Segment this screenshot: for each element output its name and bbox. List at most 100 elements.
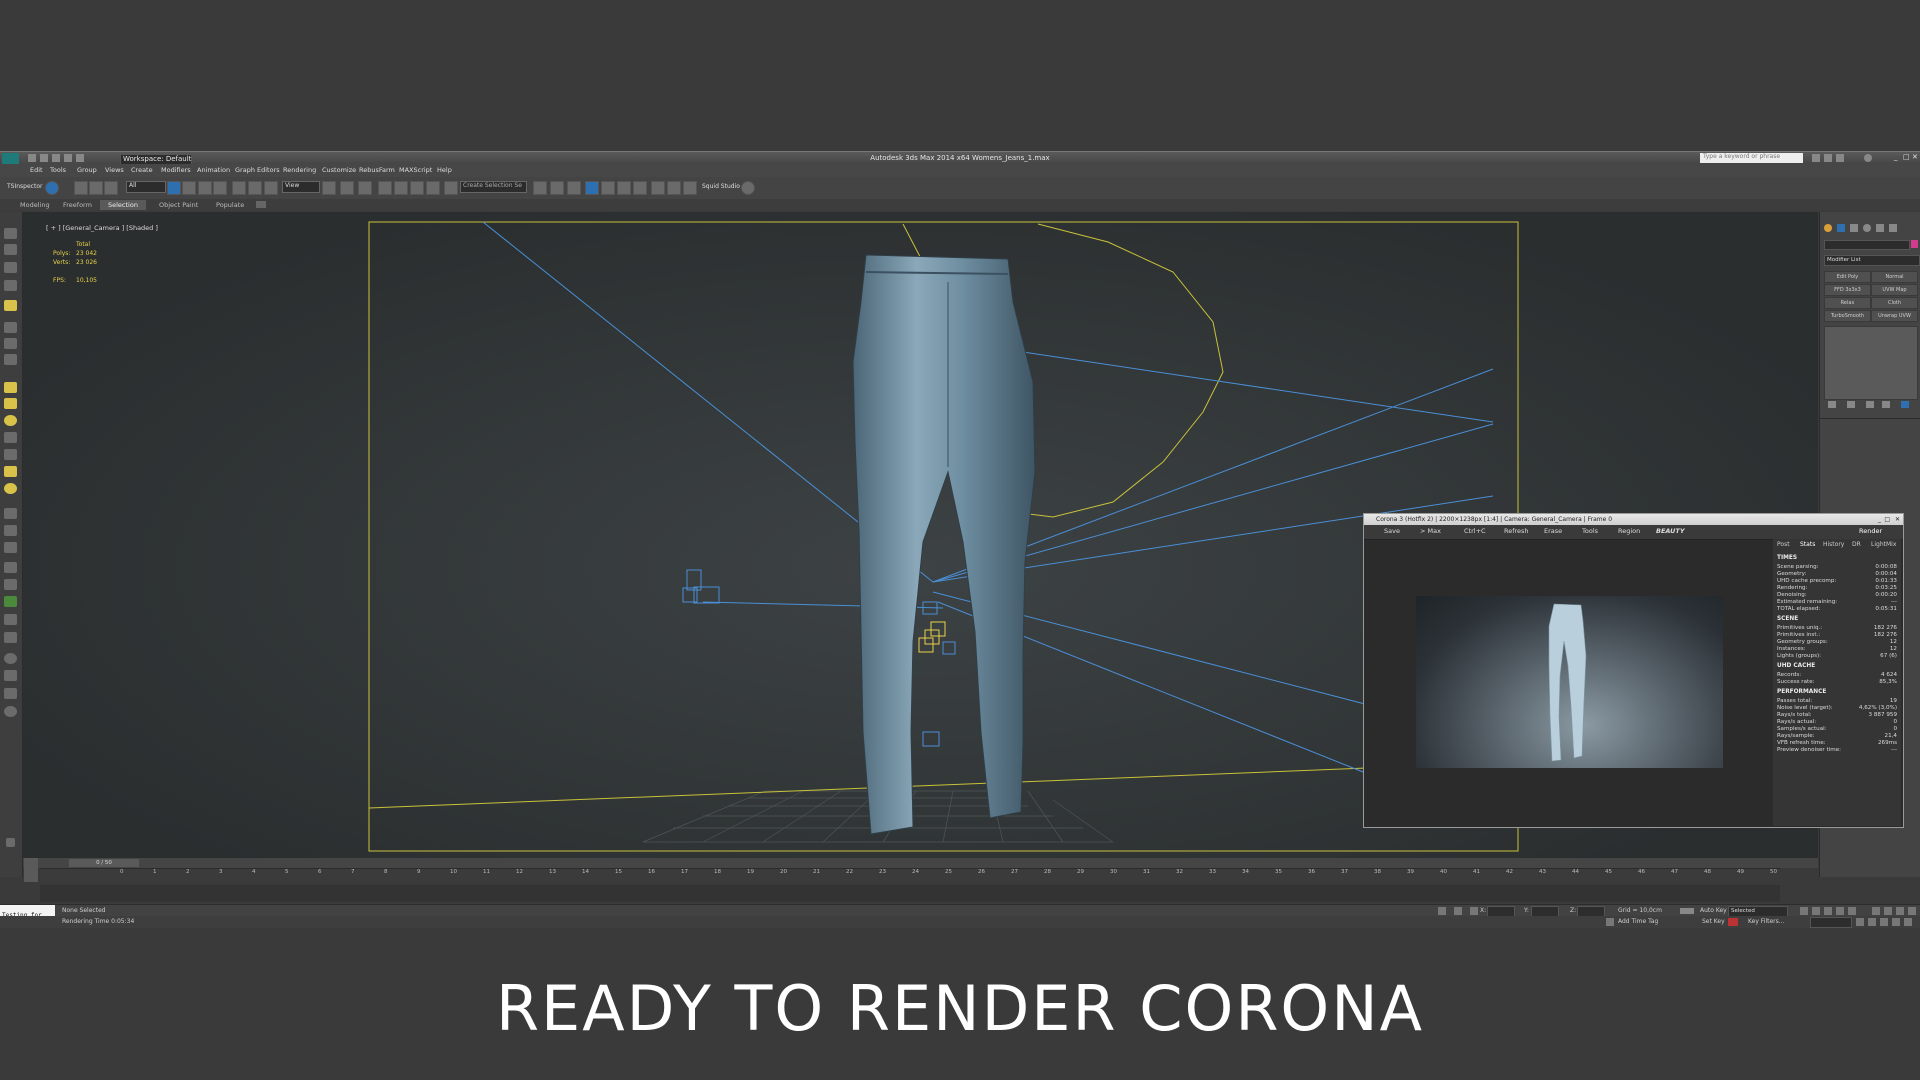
globe-icon[interactable] [4, 579, 17, 590]
menu-maxscript[interactable]: MAXScript [399, 166, 432, 174]
modifier-relax-button[interactable]: Relax [1824, 297, 1871, 309]
modifier-unwrap-uvw-button[interactable]: Unwrap UVW [1871, 310, 1918, 322]
move-icon[interactable] [232, 181, 246, 195]
modifier-edit-poly-button[interactable]: Edit Poly [1824, 271, 1871, 283]
corona-minimize-icon[interactable]: _ [1878, 514, 1881, 525]
display-icon[interactable] [4, 300, 17, 311]
cone-icon[interactable] [4, 432, 17, 443]
sphere-icon[interactable] [4, 415, 17, 426]
render-setup-icon[interactable] [651, 181, 665, 195]
object-color-swatch[interactable] [1911, 240, 1918, 248]
viewport-label[interactable]: [ + ] [General_Camera ] [Shaded ] [46, 224, 158, 232]
helper-icon[interactable] [4, 508, 17, 519]
tsinspector-label[interactable]: TSInspector [7, 183, 42, 190]
edit-named-selection-icon[interactable] [444, 181, 458, 195]
zoom-all-icon[interactable] [1884, 907, 1892, 915]
modifier-stack-list[interactable] [1824, 326, 1918, 400]
tab-object-paint[interactable]: Object Paint [151, 200, 206, 210]
help-icon[interactable] [1864, 154, 1872, 162]
mini-curve-editor-icon[interactable] [24, 858, 38, 882]
binoculars-icon[interactable] [1812, 154, 1820, 162]
layer-manager-icon[interactable] [567, 181, 581, 195]
menu-modifiers[interactable]: Modifiers [161, 166, 191, 174]
expand-icon[interactable] [6, 838, 15, 847]
show-end-result-icon[interactable] [1847, 401, 1855, 408]
isolate-selection-icon[interactable] [1438, 907, 1446, 915]
crowd-icon[interactable] [4, 632, 17, 643]
tab-stats[interactable]: Stats [1800, 541, 1815, 548]
menu-views[interactable]: Views [105, 166, 124, 174]
next-frame-icon[interactable] [1836, 907, 1844, 915]
previous-frame-icon[interactable] [1812, 907, 1820, 915]
corona-to-max-button[interactable]: > Max [1420, 527, 1441, 535]
omni-light-icon[interactable] [4, 483, 17, 494]
key-filters-button[interactable]: Key Filters... [1748, 918, 1785, 925]
menu-customize[interactable]: Customize [322, 166, 356, 174]
set-key-icon[interactable] [1728, 918, 1738, 926]
menu-graph-editors[interactable]: Graph Editors [235, 166, 280, 174]
select-link-icon[interactable] [74, 181, 88, 195]
spinner-snap-icon[interactable] [426, 181, 440, 195]
time-slider[interactable]: 0 / 50 [23, 858, 1818, 868]
create-icon[interactable] [4, 228, 17, 239]
sphere-tool-icon[interactable] [4, 338, 17, 349]
select-by-name-icon[interactable] [182, 181, 196, 195]
modifier-cloth-button[interactable]: Cloth [1871, 297, 1918, 309]
tab-selection[interactable]: Selection [100, 200, 146, 210]
current-frame-field[interactable] [1810, 917, 1852, 928]
menu-tools[interactable]: Tools [50, 166, 66, 174]
graphite-toggle-icon[interactable] [585, 181, 599, 195]
zoom-extents-icon[interactable] [1896, 907, 1904, 915]
add-time-tag-button[interactable]: Add Time Tag [1618, 918, 1658, 925]
rendered-frame-window-icon[interactable] [667, 181, 681, 195]
close-icon[interactable]: ✕ [1912, 153, 1918, 161]
plugin-icon[interactable] [741, 181, 755, 195]
trackbar-keys-area[interactable] [40, 885, 1780, 902]
search-input[interactable]: Type a keyword or phrase [1700, 153, 1803, 163]
motion-icon[interactable] [4, 280, 17, 291]
field-of-view-icon[interactable] [1880, 918, 1888, 926]
corona-region-button[interactable]: Region [1618, 527, 1640, 535]
menu-rebusfarm[interactable]: RebusFarm [359, 166, 395, 174]
go-to-start-icon[interactable] [1800, 907, 1808, 915]
systems-icon[interactable] [4, 542, 17, 553]
info-icon[interactable] [4, 706, 17, 717]
spacewarp-icon[interactable] [4, 525, 17, 536]
biped-icon[interactable] [4, 562, 17, 573]
configure-modifier-sets-icon[interactable] [1901, 401, 1909, 408]
utilities-tab-icon[interactable] [1889, 224, 1897, 232]
render-production-icon[interactable] [683, 181, 697, 195]
object-name-field[interactable] [1824, 240, 1910, 250]
hierarchy-tab-icon[interactable] [1850, 224, 1858, 232]
corona-copy-button[interactable]: Ctrl+C [1464, 527, 1486, 535]
rectangular-selection-icon[interactable] [198, 181, 212, 195]
character-icon[interactable] [4, 614, 17, 625]
grid-icon[interactable] [4, 670, 17, 681]
pan-icon[interactable] [1868, 918, 1876, 926]
orbit-icon[interactable] [1892, 918, 1900, 926]
pin-stack-icon[interactable] [1828, 401, 1836, 408]
align-icon[interactable] [550, 181, 564, 195]
display-tab-icon[interactable] [1876, 224, 1884, 232]
minimize-icon[interactable]: _ [1894, 153, 1898, 161]
named-selection-dropdown[interactable]: Create Selection Se [460, 181, 527, 193]
corona-frame-buffer[interactable]: Corona 3 (Hotfix 2) | 2200×1238px [1:4] … [1363, 513, 1904, 828]
corona-erase-button[interactable]: Erase [1544, 527, 1562, 535]
ribbon-options-icon[interactable] [256, 201, 266, 208]
corona-maximize-icon[interactable]: □ [1884, 514, 1890, 525]
menu-create[interactable]: Create [131, 166, 153, 174]
pivot-center-icon[interactable] [322, 181, 336, 195]
go-to-end-icon[interactable] [1848, 907, 1856, 915]
menu-edit[interactable]: Edit [30, 166, 43, 174]
modify-tab-icon[interactable] [1837, 224, 1845, 232]
menu-group[interactable]: Group [77, 166, 97, 174]
pyramid-icon[interactable] [4, 449, 17, 460]
menu-help[interactable]: Help [437, 166, 452, 174]
menu-rendering[interactable]: Rendering [283, 166, 316, 174]
corona-title-bar[interactable]: Corona 3 (Hotfix 2) | 2200×1238px [1:4] … [1364, 514, 1903, 525]
reactor-icon[interactable] [4, 653, 17, 664]
maximize-icon[interactable]: □ [1903, 153, 1910, 161]
zoom-extents-all-icon[interactable] [1908, 907, 1916, 915]
tab-post[interactable]: Post [1777, 541, 1790, 548]
modifier-ffd-button[interactable]: FFD 3x3x3 [1824, 284, 1871, 296]
